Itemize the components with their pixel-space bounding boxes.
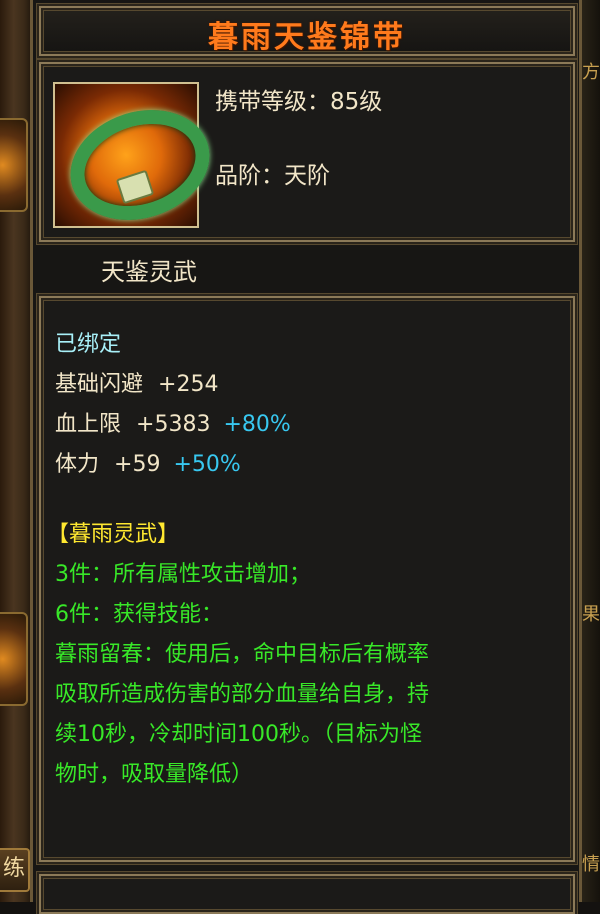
skill-desc-line: 暮雨留春：使用后，命中目标后有概率 (55, 642, 430, 667)
item-tooltip: 暮雨天鉴锦带 携带等级：85级 品阶：天阶 天鉴灵武 已绑定 基础闪避 +254… (30, 0, 582, 914)
skill-desc-line: 物时，吸取量降低） (55, 762, 254, 787)
stat-label: 基础闪避 (55, 372, 144, 397)
set-bonus-3: 3件：所有属性攻击增加； (55, 562, 311, 587)
refine-button[interactable]: 练 (0, 848, 30, 892)
set-category: 天鉴灵武 (101, 258, 197, 286)
side-char: 果 (582, 604, 600, 625)
item-details-box: 已绑定 基础闪避 +254 血上限 +5383 +80% 体力 +59 +50%… (39, 296, 575, 862)
stat-value: +5383 (136, 412, 211, 437)
belt-icon (53, 82, 224, 238)
belt-ring-graphic (56, 92, 224, 238)
side-char: 方 (582, 62, 600, 83)
equipment-slot[interactable] (0, 612, 28, 706)
carry-level: 携带等级：85级 (215, 89, 383, 115)
set-bonus-6: 6件：获得技能： (55, 602, 223, 627)
stat-bonus: +80% (223, 412, 291, 437)
stat-label: 血上限 (55, 412, 122, 437)
side-char: 情 (582, 854, 600, 875)
game-scene-right: 方 果 情 (580, 0, 600, 902)
stat-row: 基础闪避 +254 (55, 366, 218, 398)
bottom-frame (39, 874, 575, 914)
equipment-slot[interactable] (0, 118, 28, 212)
stat-value: +254 (158, 372, 219, 397)
stat-row: 血上限 +5383 +80% (55, 406, 291, 438)
skill-desc-line: 吸取所造成伤害的部分血量给自身，持 (55, 682, 430, 707)
item-name: 暮雨天鉴锦带 (208, 20, 406, 55)
set-title: 【暮雨灵武】 (47, 522, 180, 547)
stat-label: 体力 (55, 452, 100, 477)
skill-desc-line: 续10秒，冷却时间100秒。（目标为怪 (55, 722, 422, 747)
item-grade: 品阶：天阶 (215, 163, 330, 189)
stat-row: 体力 +59 +50% (55, 446, 241, 478)
game-scene-left: 练 (0, 0, 34, 902)
item-info-box: 携带等级：85级 品阶：天阶 (39, 62, 575, 242)
stat-bonus: +50% (173, 452, 241, 477)
title-bar: 暮雨天鉴锦带 (39, 6, 575, 56)
stat-value: +59 (114, 452, 161, 477)
bound-status: 已绑定 (55, 332, 122, 357)
